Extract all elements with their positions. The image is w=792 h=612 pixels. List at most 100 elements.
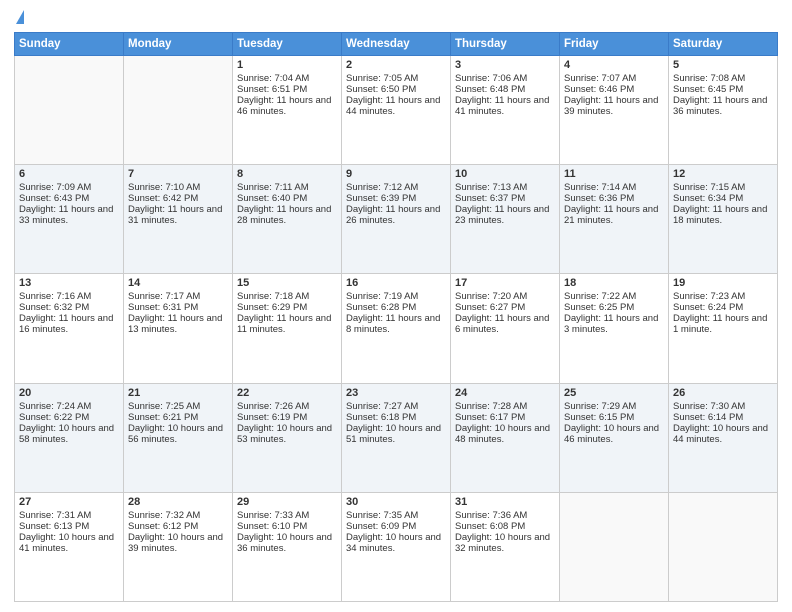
daylight-text: Daylight: 11 hours and 11 minutes. <box>237 313 331 335</box>
sunset-text: Sunset: 6:43 PM <box>19 193 89 204</box>
sunrise-text: Sunrise: 7:32 AM <box>128 510 200 521</box>
calendar-cell: 30Sunrise: 7:35 AMSunset: 6:09 PMDayligh… <box>342 492 451 601</box>
calendar-cell: 5Sunrise: 7:08 AMSunset: 6:45 PMDaylight… <box>669 56 778 165</box>
daylight-text: Daylight: 10 hours and 44 minutes. <box>673 423 768 445</box>
sunset-text: Sunset: 6:32 PM <box>19 302 89 313</box>
calendar-body: 1Sunrise: 7:04 AMSunset: 6:51 PMDaylight… <box>15 56 778 602</box>
daylight-text: Daylight: 11 hours and 8 minutes. <box>346 313 440 335</box>
sunrise-text: Sunrise: 7:18 AM <box>237 291 309 302</box>
daylight-text: Daylight: 11 hours and 46 minutes. <box>237 95 331 117</box>
calendar-cell <box>669 492 778 601</box>
sunset-text: Sunset: 6:46 PM <box>564 84 634 95</box>
calendar-cell: 15Sunrise: 7:18 AMSunset: 6:29 PMDayligh… <box>233 274 342 383</box>
daylight-text: Daylight: 11 hours and 23 minutes. <box>455 204 549 226</box>
day-number: 9 <box>346 168 446 180</box>
calendar-cell: 8Sunrise: 7:11 AMSunset: 6:40 PMDaylight… <box>233 165 342 274</box>
sunset-text: Sunset: 6:15 PM <box>564 412 634 423</box>
sunset-text: Sunset: 6:42 PM <box>128 193 198 204</box>
calendar-cell: 25Sunrise: 7:29 AMSunset: 6:15 PMDayligh… <box>560 383 669 492</box>
sunrise-text: Sunrise: 7:13 AM <box>455 182 527 193</box>
sunrise-text: Sunrise: 7:26 AM <box>237 401 309 412</box>
calendar-week-row: 1Sunrise: 7:04 AMSunset: 6:51 PMDaylight… <box>15 56 778 165</box>
daylight-text: Daylight: 10 hours and 51 minutes. <box>346 423 441 445</box>
calendar-table: SundayMondayTuesdayWednesdayThursdayFrid… <box>14 32 778 602</box>
day-number: 21 <box>128 387 228 399</box>
daylight-text: Daylight: 10 hours and 56 minutes. <box>128 423 223 445</box>
day-number: 30 <box>346 496 446 508</box>
sunrise-text: Sunrise: 7:33 AM <box>237 510 309 521</box>
daylight-text: Daylight: 11 hours and 31 minutes. <box>128 204 222 226</box>
day-number: 19 <box>673 277 773 289</box>
calendar-cell <box>15 56 124 165</box>
calendar-weekday-monday: Monday <box>124 33 233 56</box>
sunrise-text: Sunrise: 7:30 AM <box>673 401 745 412</box>
sunrise-text: Sunrise: 7:17 AM <box>128 291 200 302</box>
day-number: 10 <box>455 168 555 180</box>
sunrise-text: Sunrise: 7:36 AM <box>455 510 527 521</box>
calendar-weekday-friday: Friday <box>560 33 669 56</box>
day-number: 14 <box>128 277 228 289</box>
day-number: 26 <box>673 387 773 399</box>
day-number: 16 <box>346 277 446 289</box>
calendar-weekday-thursday: Thursday <box>451 33 560 56</box>
calendar-cell: 16Sunrise: 7:19 AMSunset: 6:28 PMDayligh… <box>342 274 451 383</box>
sunset-text: Sunset: 6:27 PM <box>455 302 525 313</box>
calendar-week-row: 27Sunrise: 7:31 AMSunset: 6:13 PMDayligh… <box>15 492 778 601</box>
calendar-cell: 29Sunrise: 7:33 AMSunset: 6:10 PMDayligh… <box>233 492 342 601</box>
calendar-cell: 7Sunrise: 7:10 AMSunset: 6:42 PMDaylight… <box>124 165 233 274</box>
day-number: 11 <box>564 168 664 180</box>
daylight-text: Daylight: 11 hours and 6 minutes. <box>455 313 549 335</box>
sunset-text: Sunset: 6:08 PM <box>455 521 525 532</box>
calendar-cell: 14Sunrise: 7:17 AMSunset: 6:31 PMDayligh… <box>124 274 233 383</box>
calendar-cell: 9Sunrise: 7:12 AMSunset: 6:39 PMDaylight… <box>342 165 451 274</box>
daylight-text: Daylight: 10 hours and 41 minutes. <box>19 532 114 554</box>
sunrise-text: Sunrise: 7:10 AM <box>128 182 200 193</box>
sunset-text: Sunset: 6:17 PM <box>455 412 525 423</box>
sunset-text: Sunset: 6:18 PM <box>346 412 416 423</box>
daylight-text: Daylight: 10 hours and 34 minutes. <box>346 532 441 554</box>
sunset-text: Sunset: 6:12 PM <box>128 521 198 532</box>
daylight-text: Daylight: 10 hours and 36 minutes. <box>237 532 332 554</box>
calendar-cell: 21Sunrise: 7:25 AMSunset: 6:21 PMDayligh… <box>124 383 233 492</box>
sunrise-text: Sunrise: 7:11 AM <box>237 182 309 193</box>
day-number: 20 <box>19 387 119 399</box>
calendar-cell: 18Sunrise: 7:22 AMSunset: 6:25 PMDayligh… <box>560 274 669 383</box>
daylight-text: Daylight: 10 hours and 32 minutes. <box>455 532 550 554</box>
daylight-text: Daylight: 10 hours and 58 minutes. <box>19 423 114 445</box>
calendar-cell: 4Sunrise: 7:07 AMSunset: 6:46 PMDaylight… <box>560 56 669 165</box>
daylight-text: Daylight: 11 hours and 26 minutes. <box>346 204 440 226</box>
daylight-text: Daylight: 11 hours and 21 minutes. <box>564 204 658 226</box>
calendar-weekday-tuesday: Tuesday <box>233 33 342 56</box>
sunset-text: Sunset: 6:13 PM <box>19 521 89 532</box>
daylight-text: Daylight: 10 hours and 48 minutes. <box>455 423 550 445</box>
sunrise-text: Sunrise: 7:31 AM <box>19 510 91 521</box>
daylight-text: Daylight: 11 hours and 33 minutes. <box>19 204 113 226</box>
day-number: 25 <box>564 387 664 399</box>
day-number: 2 <box>346 59 446 71</box>
daylight-text: Daylight: 11 hours and 28 minutes. <box>237 204 331 226</box>
calendar-week-row: 6Sunrise: 7:09 AMSunset: 6:43 PMDaylight… <box>15 165 778 274</box>
sunrise-text: Sunrise: 7:04 AM <box>237 73 309 84</box>
calendar-cell: 19Sunrise: 7:23 AMSunset: 6:24 PMDayligh… <box>669 274 778 383</box>
sunset-text: Sunset: 6:14 PM <box>673 412 743 423</box>
sunset-text: Sunset: 6:31 PM <box>128 302 198 313</box>
day-number: 1 <box>237 59 337 71</box>
calendar-cell: 17Sunrise: 7:20 AMSunset: 6:27 PMDayligh… <box>451 274 560 383</box>
day-number: 8 <box>237 168 337 180</box>
daylight-text: Daylight: 11 hours and 1 minute. <box>673 313 767 335</box>
calendar-cell <box>560 492 669 601</box>
sunrise-text: Sunrise: 7:28 AM <box>455 401 527 412</box>
sunset-text: Sunset: 6:28 PM <box>346 302 416 313</box>
daylight-text: Daylight: 11 hours and 41 minutes. <box>455 95 549 117</box>
sunset-text: Sunset: 6:24 PM <box>673 302 743 313</box>
day-number: 13 <box>19 277 119 289</box>
sunset-text: Sunset: 6:48 PM <box>455 84 525 95</box>
daylight-text: Daylight: 10 hours and 53 minutes. <box>237 423 332 445</box>
sunrise-text: Sunrise: 7:22 AM <box>564 291 636 302</box>
sunset-text: Sunset: 6:25 PM <box>564 302 634 313</box>
sunrise-text: Sunrise: 7:07 AM <box>564 73 636 84</box>
sunrise-text: Sunrise: 7:12 AM <box>346 182 418 193</box>
day-number: 29 <box>237 496 337 508</box>
calendar-cell: 10Sunrise: 7:13 AMSunset: 6:37 PMDayligh… <box>451 165 560 274</box>
sunset-text: Sunset: 6:19 PM <box>237 412 307 423</box>
